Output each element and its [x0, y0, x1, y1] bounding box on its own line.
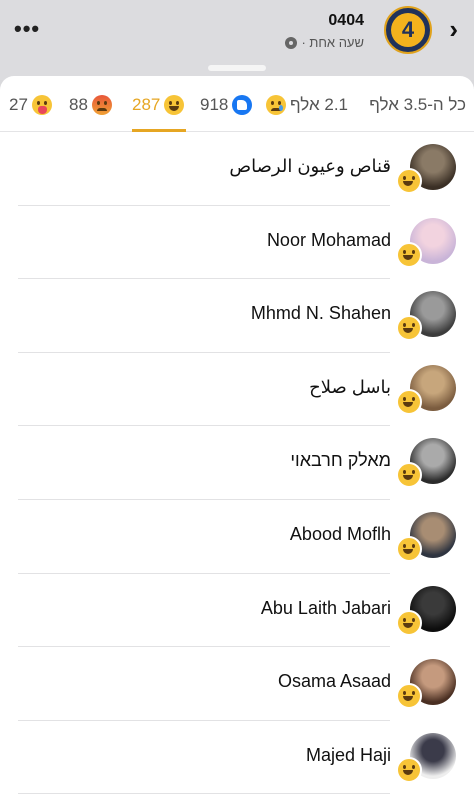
back-chevron-icon[interactable]: › — [449, 14, 458, 45]
reactions-screen: ••• 0404 שעה אחת · 4 › כל ה-3.5 אלף 2.1 … — [0, 0, 474, 811]
reactor-name[interactable]: Abood Moflh — [290, 524, 391, 545]
sad-emoji-icon — [266, 95, 287, 115]
reactions-sheet: כל ה-3.5 אלף 2.1 אלף 918 287 88 27 قناص … — [0, 65, 474, 811]
tab-angry-label: 88 — [69, 95, 88, 114]
reactor-name[interactable]: باسل صلاح — [309, 377, 391, 398]
haha-emoji-icon — [396, 683, 422, 710]
list-item[interactable]: Osama Asaad — [0, 647, 474, 721]
reactor-name[interactable]: מאלק חרבאוי — [290, 450, 391, 471]
tab-care-label: 27 — [9, 95, 28, 114]
like-icon — [232, 95, 253, 115]
tab-angry[interactable]: 88 — [69, 93, 112, 117]
list-item[interactable]: Noor Mohamad — [0, 206, 474, 280]
list-item[interactable]: Abu Laith Jabari — [0, 574, 474, 648]
angry-emoji-icon — [91, 95, 112, 115]
tab-like-label: 918 — [200, 95, 229, 114]
reactor-name[interactable]: Noor Mohamad — [267, 230, 391, 251]
page-logo-icon: 4 — [391, 13, 425, 47]
post-time: שעה אחת · — [301, 35, 364, 50]
tab-all[interactable]: כל ה-3.5 אלף — [369, 93, 466, 117]
reactor-name[interactable]: Osama Asaad — [278, 671, 391, 692]
reaction-tabs: כל ה-3.5 אלף 2.1 אלף 918 287 88 27 — [0, 76, 474, 132]
haha-emoji-icon — [396, 388, 422, 415]
reactor-name[interactable]: Mhmd N. Shahen — [251, 303, 391, 324]
tab-sad-label: 2.1 אלף — [290, 95, 348, 114]
page-name[interactable]: 0404 — [328, 12, 364, 30]
tab-care[interactable]: 27 — [9, 93, 52, 117]
haha-emoji-icon — [396, 756, 422, 783]
reactor-name[interactable]: Majed Haji — [306, 745, 391, 766]
tab-haha-label: 287 — [132, 95, 161, 114]
haha-emoji-icon — [396, 535, 422, 562]
tab-like[interactable]: 918 — [200, 93, 253, 117]
haha-emoji-icon — [396, 241, 422, 268]
list-item[interactable]: Mhmd N. Shahen — [0, 279, 474, 353]
list-item[interactable]: قناص وعيون الرصاص — [0, 132, 474, 206]
reactor-name[interactable]: قناص وعيون الرصاص — [229, 156, 391, 177]
list-item[interactable]: Majed Haji — [0, 721, 474, 795]
haha-emoji-icon — [396, 462, 422, 489]
reactors-list: قناص وعيون الرصاص Noor Mohamad Mhmd N. Sha… — [0, 132, 474, 794]
list-item[interactable]: باسل صلاح — [0, 353, 474, 427]
sheet-grabber[interactable] — [208, 65, 266, 71]
list-item[interactable]: מאלק חרבאוי — [0, 426, 474, 500]
tab-haha[interactable]: 287 — [132, 93, 185, 117]
reactor-name[interactable]: Abu Laith Jabari — [261, 598, 391, 619]
haha-emoji-icon — [396, 609, 422, 636]
page-avatar[interactable]: 4 — [384, 6, 432, 54]
haha-emoji-icon — [396, 168, 422, 194]
post-meta: שעה אחת · — [285, 35, 364, 50]
tab-sad[interactable]: 2.1 אלף — [266, 93, 348, 117]
privacy-gear-icon — [285, 36, 298, 49]
tab-all-label: כל ה-3.5 אלף — [369, 95, 466, 114]
list-item[interactable]: Abood Moflh — [0, 500, 474, 574]
haha-emoji-icon — [396, 315, 422, 342]
care-emoji-icon — [31, 95, 52, 115]
more-options-button[interactable]: ••• — [14, 16, 40, 42]
haha-emoji-icon — [164, 95, 185, 115]
